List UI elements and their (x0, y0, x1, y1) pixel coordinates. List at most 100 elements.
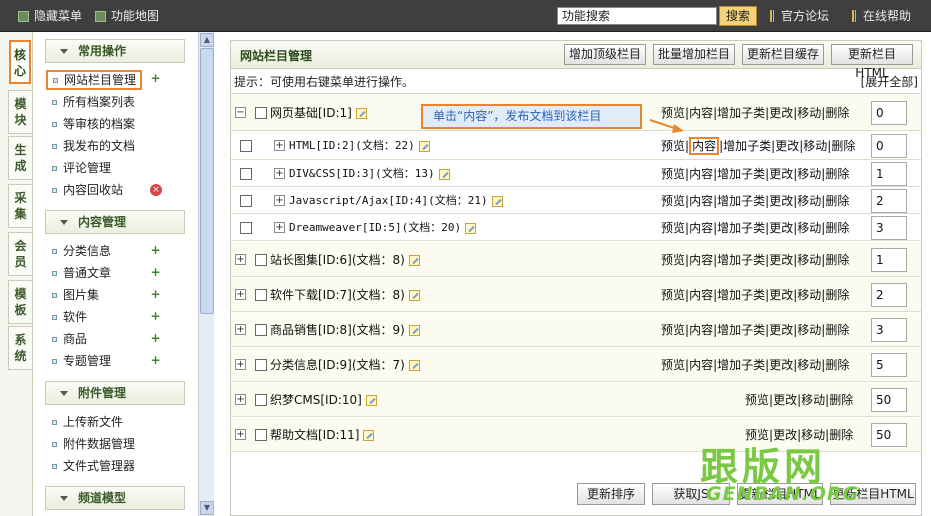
edit-icon[interactable] (408, 360, 420, 371)
preview-link[interactable]: 预览 (661, 323, 685, 337)
category-name[interactable]: 站长图集[ID:6](文档：8) (270, 252, 420, 268)
collapse-icon[interactable]: − (235, 107, 246, 118)
add-icon[interactable]: + (150, 332, 161, 344)
row-checkbox[interactable] (255, 324, 267, 336)
category-name[interactable]: DIV&CSS[ID:3](文档：13) (289, 166, 450, 182)
delete-link[interactable]: 删除 (825, 221, 849, 235)
preview-link[interactable]: 预览 (745, 428, 769, 442)
add-top-category-button[interactable]: 增加顶级栏目 (564, 44, 646, 65)
expand-icon[interactable]: + (274, 168, 285, 179)
menu-item-products[interactable]: 商品 (50, 330, 87, 348)
edit-icon[interactable] (491, 195, 503, 207)
delete-link[interactable]: 删除 (825, 106, 849, 120)
content-link[interactable]: 内容 (689, 194, 713, 208)
add-icon[interactable]: + (150, 266, 161, 278)
sort-order-input[interactable]: 1 (871, 248, 907, 272)
add-icon[interactable]: + (150, 354, 161, 366)
tab-member[interactable]: 会 员 (8, 232, 32, 276)
edit-icon[interactable] (408, 290, 420, 301)
menu-item-my-docs[interactable]: 我发布的文档 (50, 137, 135, 155)
scroll-down-icon[interactable]: ▼ (200, 501, 214, 515)
content-link[interactable]: 内容 (689, 221, 713, 235)
add-subcategory-link[interactable]: 增加子类 (717, 323, 765, 337)
search-button[interactable]: 搜索 (719, 6, 757, 26)
sort-order-input[interactable]: 5 (871, 353, 907, 377)
move-link[interactable]: 移动 (797, 358, 821, 372)
edit-link[interactable]: 更改 (769, 358, 793, 372)
move-link[interactable]: 移动 (797, 194, 821, 208)
row-checkbox[interactable] (255, 359, 267, 371)
section-content-manage[interactable]: 内容管理 (45, 210, 185, 234)
menu-item-category-manage[interactable]: 网站栏目管理 (46, 70, 143, 90)
preview-link[interactable]: 预览 (661, 288, 685, 302)
content-link[interactable]: 内容 (689, 106, 713, 120)
content-link[interactable]: 内容 (689, 253, 713, 267)
add-subcategory-link[interactable]: 增加子类 (723, 139, 771, 153)
scroll-up-icon[interactable]: ▲ (200, 33, 214, 47)
edit-link[interactable]: 更改 (769, 323, 793, 337)
section-common-ops[interactable]: 常用操作 (45, 39, 185, 63)
sort-order-input[interactable]: 3 (871, 216, 907, 240)
delete-link[interactable]: 删除 (829, 393, 853, 407)
delete-link[interactable]: 删除 (825, 288, 849, 302)
move-link[interactable]: 移动 (797, 323, 821, 337)
edit-link[interactable]: 更改 (769, 167, 793, 181)
move-link[interactable]: 移动 (803, 139, 827, 153)
menu-item-all-archives[interactable]: 所有档案列表 (50, 93, 135, 111)
sort-order-input[interactable]: 2 (871, 283, 907, 307)
edit-icon[interactable] (418, 140, 430, 152)
category-name[interactable]: 商品销售[ID:8](文档：9) (270, 322, 420, 338)
expand-icon[interactable]: + (235, 394, 246, 405)
sort-order-input[interactable]: 0 (871, 101, 907, 125)
move-link[interactable]: 移动 (801, 393, 825, 407)
content-link[interactable]: 内容 (689, 288, 713, 302)
content-link[interactable]: 内容 (689, 358, 713, 372)
delete-link[interactable]: 删除 (825, 167, 849, 181)
category-name[interactable]: 软件下载[ID:7](文档：8) (270, 287, 420, 303)
move-link[interactable]: 移动 (797, 106, 821, 120)
expand-icon[interactable]: + (235, 429, 246, 440)
row-checkbox[interactable] (240, 195, 252, 207)
expand-icon[interactable]: + (235, 289, 246, 300)
clear-icon[interactable]: × (150, 184, 162, 196)
expand-icon[interactable]: + (235, 359, 246, 370)
preview-link[interactable]: 预览 (661, 194, 685, 208)
category-name[interactable]: Dreamweaver[ID:5](文档：20) (289, 220, 477, 236)
preview-link[interactable]: 预览 (661, 358, 685, 372)
row-checkbox[interactable] (255, 429, 267, 441)
expand-icon[interactable]: + (274, 195, 285, 206)
edit-icon[interactable] (365, 395, 377, 406)
add-subcategory-link[interactable]: 增加子类 (717, 288, 765, 302)
move-link[interactable]: 移动 (797, 167, 821, 181)
expand-icon[interactable]: + (235, 324, 246, 335)
delete-link[interactable]: 删除 (825, 194, 849, 208)
forum-link[interactable]: 官方论坛 (770, 7, 829, 25)
preview-link[interactable]: 预览 (661, 221, 685, 235)
tab-generate[interactable]: 生 成 (8, 136, 32, 180)
preview-link[interactable]: 预览 (661, 253, 685, 267)
expand-icon[interactable]: + (235, 254, 246, 265)
edit-icon[interactable] (408, 325, 420, 336)
category-name[interactable]: Javascript/Ajax[ID:4](文档：21) (289, 193, 503, 209)
edit-icon[interactable] (465, 222, 477, 234)
hide-menu-link[interactable]: 隐藏菜单 (18, 7, 82, 25)
edit-link[interactable]: 更改 (769, 288, 793, 302)
sort-order-input[interactable]: 3 (871, 318, 907, 342)
add-subcategory-link[interactable]: 增加子类 (717, 221, 765, 235)
add-icon[interactable]: + (150, 72, 161, 84)
edit-icon[interactable] (363, 430, 375, 441)
menu-item-recycle-bin[interactable]: 内容回收站 (50, 181, 123, 199)
delete-link[interactable]: 删除 (825, 323, 849, 337)
add-icon[interactable]: + (150, 244, 161, 256)
edit-icon[interactable] (408, 255, 420, 266)
category-name[interactable]: 织梦CMS[ID:10] (270, 392, 377, 408)
category-name[interactable]: HTML[ID:2](文档：22) (289, 138, 430, 154)
update-html-button[interactable]: 更新栏目HTML (831, 44, 913, 80)
delete-link[interactable]: 删除 (831, 139, 855, 153)
content-link[interactable]: 内容 (689, 167, 713, 181)
menu-item-attach-data[interactable]: 附件数据管理 (50, 435, 135, 453)
function-search-input[interactable]: 功能搜索 (557, 7, 717, 25)
menu-item-articles[interactable]: 普通文章 (50, 264, 111, 282)
sort-order-input[interactable]: 50 (871, 388, 907, 412)
tab-module[interactable]: 模 块 (8, 90, 32, 134)
